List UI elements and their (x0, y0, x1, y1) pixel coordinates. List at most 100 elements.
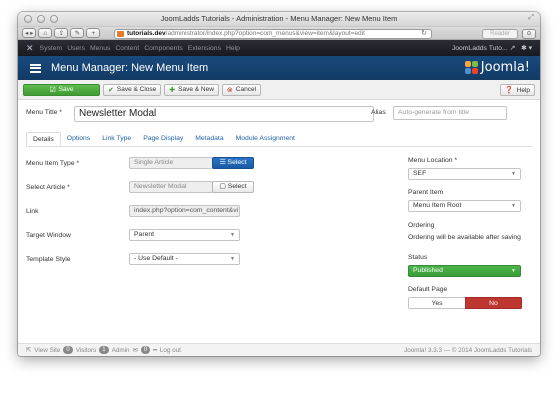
tab-details[interactable]: Details (26, 132, 61, 146)
page-title: Menu Manager: New Menu Item (51, 62, 209, 74)
page-header: Menu Manager: New Menu Item Joomla! (18, 56, 540, 80)
target-window-select[interactable]: Parent ▼ (129, 229, 240, 241)
gear-icon[interactable]: ✱ ▾ (521, 45, 532, 52)
menu-system[interactable]: System (40, 45, 63, 52)
menu-help[interactable]: Help (226, 45, 240, 52)
ordering-note: Ordering will be available after saving (408, 234, 521, 241)
select-article-field: Newsletter Modal (129, 181, 213, 193)
chevron-down-icon: ▼ (230, 256, 235, 262)
site-link[interactable]: JoomLadds Tuto... ↗ ✱ ▾ (452, 44, 532, 52)
list-icon: ☰ (219, 159, 226, 166)
visitors-badge: 0 (63, 346, 73, 354)
default-page-no[interactable]: No (465, 297, 522, 309)
select-article-label: Select Article * (26, 184, 70, 191)
admin-menu-bar: ✕ System Users Menus Content Components … (18, 40, 540, 56)
logout-link[interactable]: Log out (160, 347, 181, 354)
address-bar[interactable]: tutorials.dev/administrator/index.php?op… (114, 28, 432, 39)
admin-label: Admin (111, 346, 130, 354)
alias-label: Alias (371, 109, 386, 116)
tab-link-type[interactable]: Link Type (96, 132, 137, 146)
link-label: Link (26, 208, 39, 215)
joomla-menu-icon[interactable]: ✕ (26, 43, 34, 54)
menu-item-type-label: Menu Item Type * (26, 160, 80, 167)
ordering-label: Ordering (408, 222, 435, 229)
template-style-label: Template Style (26, 256, 71, 263)
browser-window: JoomLadds Tutorials - Administration - M… (18, 12, 540, 356)
view-site-icon: ⇱ (26, 346, 32, 354)
parent-item-select[interactable]: Menu Item Root ▼ (408, 200, 521, 212)
menu-location-label: Menu Location * (408, 157, 458, 164)
select-article-button[interactable]: ▢ Select (212, 181, 254, 193)
add-tab-icon[interactable]: + (86, 28, 101, 38)
back-forward-button[interactable]: ◂ ▸ (22, 28, 37, 38)
hamburger-icon[interactable] (30, 63, 41, 73)
chevron-down-icon: ▼ (230, 232, 235, 238)
cancel-button[interactable]: ⊗ Cancel (221, 83, 262, 96)
status-label: Status (408, 254, 428, 261)
save-button[interactable]: ☑ Save (23, 83, 100, 96)
status-select[interactable]: Published ▼ (408, 265, 521, 277)
messages-badge: 0 (140, 346, 151, 354)
browser-toolbar: ◂ ▸ ⌂ ⇪ ✎ + tutorials.dev/administrator/… (18, 27, 540, 40)
check-icon: ✔ (108, 86, 114, 94)
site-name: JoomLadds Tuto... (451, 45, 508, 52)
reader-button[interactable]: Reader (482, 28, 518, 39)
tab-metadata[interactable]: Metadata (189, 132, 229, 146)
default-page-yes[interactable]: Yes (408, 297, 465, 309)
default-page-toggle: Yes No (408, 297, 522, 309)
menu-components[interactable]: Components (144, 45, 183, 52)
parent-item-label: Parent Item (408, 189, 444, 196)
menu-users[interactable]: Users (67, 45, 85, 52)
link-field: index.php?option=com_content&vi (129, 205, 240, 217)
share-icon[interactable]: ⇪ (54, 28, 69, 38)
status-bar: ⇱ View Site 0 Visitors 1 Admin ✉ 0 ━ Log… (18, 343, 540, 356)
downloads-icon[interactable]: ⊙ (522, 28, 536, 39)
plus-icon: ✚ (169, 86, 176, 94)
tab-page-display[interactable]: Page Display (137, 132, 189, 146)
main-content: Menu Title * Newsletter Modal Alias Auto… (18, 100, 540, 328)
joomla-logo-icon (464, 61, 478, 74)
tab-module-assignment[interactable]: Module Assignment (230, 132, 301, 146)
bookmark-icon[interactable]: ✎ (70, 28, 85, 38)
question-icon: ❓ (504, 87, 514, 94)
logout-icon: ━ (153, 346, 157, 354)
menu-title-label: Menu Title * (26, 109, 62, 116)
menu-menus[interactable]: Menus (90, 45, 110, 52)
save-new-button[interactable]: ✚ Save & New (164, 83, 219, 96)
visitors-label: Visitors (75, 346, 97, 354)
menu-location-select[interactable]: SEF ▼ (408, 168, 521, 180)
chevron-down-icon: ▼ (511, 268, 516, 274)
alias-input[interactable]: Auto-generate from title (393, 106, 507, 120)
admin-badge: 1 (99, 346, 109, 354)
footer-copyright: Joomla! 3.3.3 — © 2014 JoomLadds Tutoria… (404, 347, 532, 354)
external-link-icon: ↗ (509, 45, 516, 52)
title-bar: JoomLadds Tutorials - Administration - M… (18, 12, 540, 27)
help-button[interactable]: ❓ Help (499, 84, 535, 96)
view-site-link[interactable]: View Site (34, 347, 60, 354)
menu-extensions[interactable]: Extensions (188, 45, 221, 52)
save-icon: ☑ (49, 86, 56, 94)
chevron-down-icon: ▼ (511, 203, 516, 209)
select-type-button[interactable]: ☰ Select (212, 157, 254, 169)
reload-icon[interactable]: ↻ (421, 30, 427, 38)
menu-content[interactable]: Content (115, 45, 139, 52)
tab-options[interactable]: Options (61, 132, 96, 146)
favicon-icon (117, 30, 124, 37)
target-window-label: Target Window (26, 232, 71, 239)
home-icon[interactable]: ⌂ (38, 28, 53, 38)
file-icon: ▢ (219, 183, 226, 190)
fullscreen-icon[interactable]: ⤢ (528, 14, 534, 22)
menu-title-input[interactable]: Newsletter Modal (74, 106, 374, 122)
joomla-logo-text: Joomla! (480, 60, 530, 75)
chevron-down-icon: ▼ (511, 171, 516, 177)
window-title: JoomLadds Tutorials - Administration - M… (160, 14, 398, 23)
envelope-icon[interactable]: ✉ (133, 347, 138, 354)
template-style-select[interactable]: - Use Default - ▼ (129, 253, 240, 265)
url-host: tutorials.dev (127, 29, 166, 37)
menu-item-type-field: Single Article (129, 157, 213, 169)
default-page-label: Default Page (408, 286, 448, 293)
save-close-button[interactable]: ✔ Save & Close (103, 83, 162, 96)
form-tabs: Details Options Link Type Page Display M… (26, 132, 301, 146)
url-path: /administrator/index.php?option=com_menu… (165, 29, 365, 37)
joomla-logo: Joomla! (464, 60, 530, 75)
